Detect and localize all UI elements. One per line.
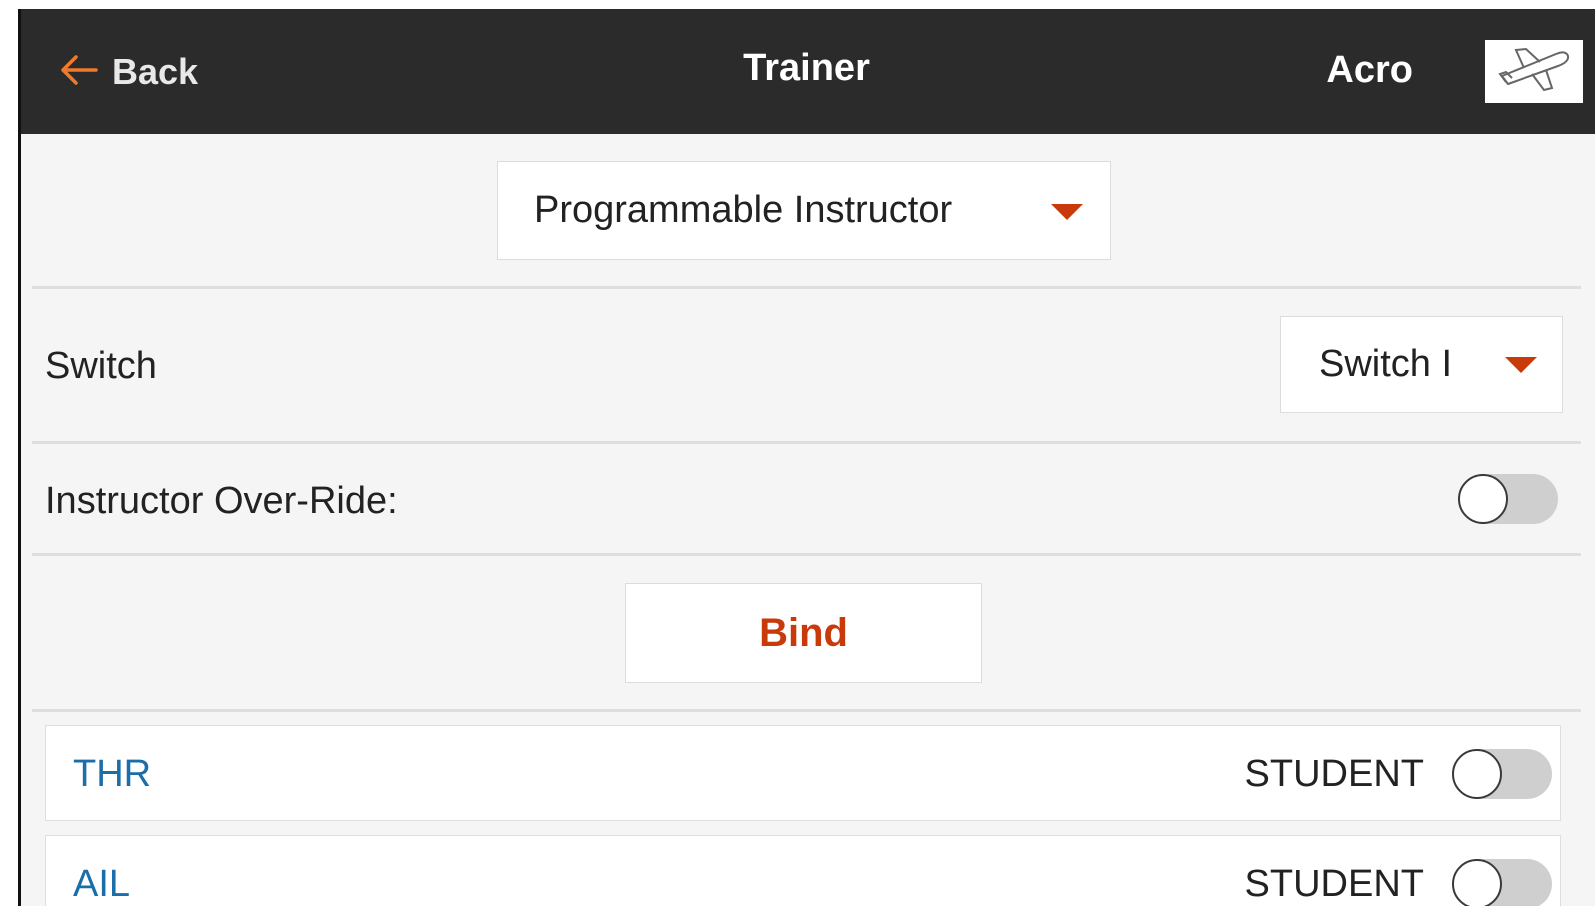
- divider: [32, 709, 1581, 712]
- dropdown-caret-icon: [1505, 357, 1537, 373]
- divider: [32, 441, 1581, 444]
- bind-button[interactable]: Bind: [625, 583, 982, 683]
- channel-student-toggle[interactable]: [1452, 749, 1552, 799]
- divider: [32, 286, 1581, 289]
- channel-state-label: STUDENT: [1244, 753, 1424, 795]
- toggle-knob: [1458, 474, 1508, 524]
- channel-row-thr[interactable]: THR STUDENT: [45, 725, 1561, 821]
- model-name[interactable]: Acro: [1326, 49, 1413, 92]
- instructor-override-toggle[interactable]: [1458, 474, 1558, 524]
- channel-student-toggle[interactable]: [1452, 859, 1552, 906]
- switch-dropdown[interactable]: Switch I: [1280, 316, 1563, 413]
- channel-name: AIL: [73, 863, 131, 905]
- toggle-knob: [1452, 859, 1502, 906]
- channel-row-ail[interactable]: AIL STUDENT: [45, 835, 1561, 906]
- instructor-override-label: Instructor Over-Ride:: [45, 480, 398, 522]
- channel-name: THR: [73, 753, 152, 795]
- switch-label: Switch: [45, 345, 157, 387]
- switch-value: Switch I: [1319, 343, 1453, 385]
- divider: [32, 553, 1581, 556]
- dropdown-caret-icon: [1051, 204, 1083, 220]
- toggle-knob: [1452, 749, 1502, 799]
- airplane-icon: [1496, 44, 1572, 99]
- model-type-button[interactable]: [1485, 40, 1583, 103]
- trainer-mode-dropdown[interactable]: Programmable Instructor: [497, 161, 1111, 260]
- top-bar: Back Trainer Acro: [18, 9, 1595, 134]
- channel-state-label: STUDENT: [1244, 863, 1424, 905]
- app-window: Back Trainer Acro Programmable Instructo…: [18, 9, 1595, 906]
- trainer-mode-value: Programmable Instructor: [534, 189, 953, 231]
